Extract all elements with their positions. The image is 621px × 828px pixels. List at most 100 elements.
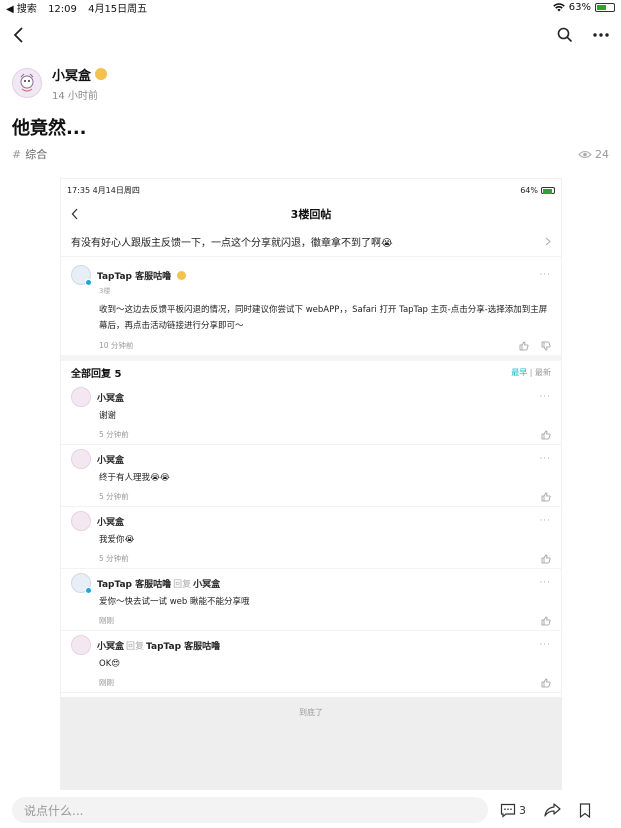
view-count: 24 (578, 148, 609, 161)
sort-separator: | (529, 367, 533, 377)
back-to-app[interactable]: ◀ 搜索 (6, 4, 37, 15)
status-date: 4月15日周五 (88, 3, 148, 15)
comment-time: 5 分钟前 (99, 492, 129, 501)
verified-icon (85, 587, 92, 594)
comment-author: 小冥盒 (97, 515, 128, 528)
screenshot-nav: 3楼回帖 (61, 201, 561, 227)
level-badge-icon (95, 68, 108, 80)
more-icon: ··· (539, 392, 551, 402)
avatar (71, 387, 91, 407)
comment-author-name: 小冥盒 (97, 393, 125, 404)
more-icon: ··· (539, 270, 551, 280)
avatar (71, 635, 91, 655)
main-reply-author: TapTap 客服咕噜 (97, 271, 172, 282)
status-time: 12:09 (48, 3, 77, 15)
thumbs-up-icon (541, 492, 551, 502)
reply-word: 回复 (126, 641, 145, 652)
thumbs-down-icon (541, 341, 551, 351)
question-text: 有没有好心人跟版主反馈一下，一点这个分享就闪退，徽章拿不到了啊😭 (71, 238, 393, 249)
avatar (71, 511, 91, 531)
list-item: 小冥盒 ··· 谢谢 5 分钟前 (61, 383, 561, 445)
thumbs-up-icon (541, 678, 551, 688)
comment-text: 我爱你😭 (99, 535, 135, 545)
comment-time: 刚刚 (99, 616, 114, 625)
main-reply: TapTap 客服咕噜 ··· 3楼 收到～这边去反馈平板闪退的情况，同时建议你… (61, 257, 561, 355)
list-item: TapTap 客服咕噜 回复 小冥盒 ··· 爱你～快去试一试 web 瞅能不能分享哦刚… (61, 569, 561, 631)
more-icon: ··· (539, 454, 551, 464)
more-icon: ··· (539, 640, 551, 650)
comment-count: 3 (519, 803, 526, 817)
reply-to-name: 小冥盒 (193, 579, 221, 590)
comment-icon (500, 803, 516, 818)
wifi-icon (552, 2, 565, 12)
eye-icon (578, 150, 592, 159)
avatar (71, 573, 92, 594)
post-meta: # 综合 24 (0, 138, 621, 164)
view-count-value: 24 (595, 147, 609, 161)
comment-time: 刚刚 (99, 678, 114, 687)
sort-latest: 最新 (535, 367, 551, 377)
comment-author-name: TapTap 客服咕噜 (97, 579, 172, 590)
more-icon: ··· (539, 516, 551, 526)
comment-text: 终于有人理我😭😭 (99, 473, 170, 483)
staff-badge-icon (177, 270, 187, 280)
avatar[interactable] (12, 68, 42, 98)
sort-earliest: 最早 (511, 367, 528, 377)
comment-text: 谢谢 (99, 411, 117, 421)
comment-time: 5 分钟前 (99, 554, 129, 563)
verified-icon (85, 279, 92, 286)
list-item: 小冥盒 回复 TapTap 客服咕噜 ··· OK😍 刚刚 (61, 631, 561, 693)
topic-tag[interactable]: # 综合 (12, 146, 47, 162)
hash-icon: # (12, 147, 22, 161)
comment-time: 5 分钟前 (99, 430, 129, 439)
screenshot-battery-icon (541, 186, 555, 194)
screenshot-title: 3楼回帖 (290, 208, 332, 221)
end-of-list-text: 到底了 (299, 708, 323, 717)
bookmark-icon[interactable] (579, 802, 591, 818)
bottom-bar: 说点什么... 3 (0, 792, 621, 828)
author-name[interactable]: 小冥盒 (52, 65, 91, 84)
embedded-screenshot[interactable]: 17:35 4月14日周四 64% 3楼回帖 有没有好心人跟版主反馈一下，一点这… (60, 178, 562, 790)
floor-label: 3楼 (99, 287, 111, 295)
screenshot-time: 17:35 4月14日周四 (67, 185, 140, 195)
back-arrow-icon[interactable] (12, 26, 26, 44)
nav-bar (0, 14, 621, 56)
status-bar: ◀ 搜索 12:09 4月15日周五 63% (0, 0, 621, 15)
all-replies-header: 全部回复 5 最早 | 最新 (61, 361, 561, 383)
avatar (71, 449, 91, 469)
sort-options: 最早 | 最新 (511, 367, 551, 378)
battery-icon (595, 2, 615, 12)
share-icon[interactable] (544, 803, 561, 817)
main-reply-text: 收到～这边去反馈平板闪退的情况，同时建议你尝试下 webAPP，，Safari … (99, 305, 548, 331)
comment-list: 小冥盒 ··· 谢谢 5 分钟前 小冥盒 ··· 终于有人理我😭😭 5 分钟前 小冥盒 ··· 我爱… (61, 383, 561, 693)
thumbs-up-icon (519, 341, 529, 351)
more-icon: ··· (539, 578, 551, 588)
reply-to-name: TapTap 客服咕噜 (146, 641, 221, 652)
screenshot-battery: 64% (520, 185, 538, 195)
thumbs-up-icon (541, 554, 551, 564)
comment-author-name: 小冥盒 (97, 455, 125, 466)
comment-author: TapTap 客服咕噜 回复 小冥盒 (97, 577, 220, 590)
battery-percent: 63% (568, 1, 591, 13)
comment-author-name: 小冥盒 (97, 641, 125, 652)
post-title: 他竟然... (12, 118, 87, 139)
main-reply-time: 10 分钟前 (99, 341, 134, 350)
list-item: 小冥盒 ··· 我爱你😭 5 分钟前 (61, 507, 561, 569)
topic-tag-label: 综合 (25, 148, 48, 161)
more-options-icon[interactable] (593, 33, 609, 37)
thumbs-up-icon (541, 616, 551, 626)
post-time: 14 小时前 (52, 90, 98, 102)
avatar (71, 265, 92, 286)
comment-author: 小冥盒 (97, 453, 128, 466)
comment-author: 小冥盒 回复 TapTap 客服咕噜 (97, 639, 220, 652)
chevron-right-icon (545, 237, 551, 246)
all-replies-label: 全部回复 5 (71, 368, 122, 380)
post-author: 小冥盒 14 小时前 (0, 56, 621, 102)
screenshot-status-bar: 17:35 4月14日周四 64% (61, 179, 561, 201)
reply-word: 回复 (173, 579, 192, 590)
comment-button[interactable]: 3 (500, 803, 526, 818)
comment-author: 小冥盒 (97, 391, 128, 404)
search-icon[interactable] (557, 27, 573, 43)
comment-text: OK😍 (99, 659, 121, 669)
comment-input[interactable]: 说点什么... (12, 797, 488, 823)
